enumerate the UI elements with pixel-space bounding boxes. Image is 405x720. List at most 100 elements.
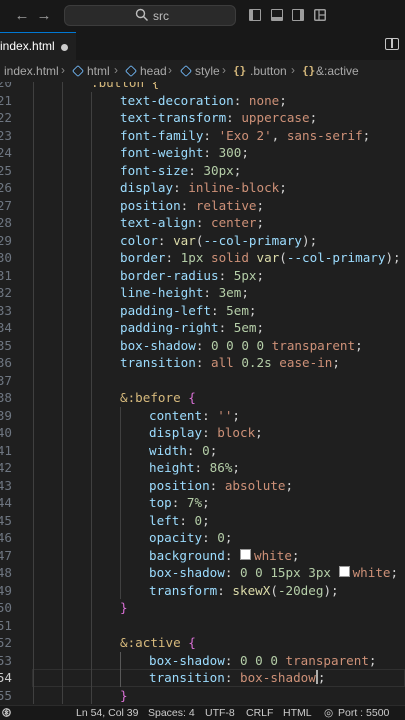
tab-index-html[interactable]: index.html [0, 32, 76, 60]
code-token: : [179, 512, 195, 528]
breadcrumb-file[interactable]: index.html [4, 64, 59, 78]
code-token: 5px [233, 267, 257, 283]
code-line[interactable]: 52 &:active { [0, 634, 405, 652]
code-line[interactable]: 50} [0, 599, 405, 617]
code-token: 0 [217, 530, 225, 545]
code-line[interactable]: 21 text-decoration: none; [0, 92, 405, 110]
code-line[interactable]: 42 height: 86%; [0, 459, 405, 477]
language-mode[interactable]: HTML [283, 707, 312, 719]
code-line[interactable]: 29 color: var(--col-primary); [0, 232, 405, 250]
code-line[interactable]: 43 position: absolute; [0, 477, 405, 495]
code-token: : [195, 215, 211, 230]
code-token: var [256, 250, 280, 265]
code-text: } [120, 599, 128, 617]
indent-guide [120, 651, 121, 687]
code-token: solid [211, 250, 249, 265]
code-line[interactable]: 48 box-shadow: 0 0 15px 3px white; [0, 564, 405, 582]
breadcrumb-head[interactable]: head [140, 64, 167, 78]
warning-count[interactable]: 0 [5, 707, 11, 719]
code-token: ; [256, 215, 265, 230]
indent-guide [91, 91, 92, 704]
code-line[interactable]: 39 content: ''; [0, 407, 405, 425]
code-token: ; [390, 565, 399, 580]
line-number: 54 [0, 670, 12, 685]
code-line[interactable]: 55} [0, 687, 405, 705]
unsaved-dot-icon[interactable] [61, 44, 68, 51]
breadcrumb-active[interactable]: &:active [316, 64, 359, 78]
code-text: border-radius: 5px; [120, 267, 264, 285]
live-server-port[interactable]: Port : 5500 [338, 707, 389, 719]
arrow-left-icon[interactable]: ← [12, 6, 32, 26]
code-token: font-weight [120, 145, 204, 160]
code-token: 300 [218, 145, 242, 160]
code-line[interactable]: 46 opacity: 0; [0, 529, 405, 547]
command-center-search[interactable]: src [64, 5, 236, 26]
toggle-secondary-sidebar-icon[interactable] [292, 9, 304, 21]
line-number: 23 [0, 127, 12, 143]
code-token: ; [232, 460, 241, 475]
code-token: all [211, 355, 234, 370]
indent-guide [120, 406, 121, 599]
code-text: transition: box-shadow; [149, 669, 325, 687]
code-text: font-weight: 300; [120, 144, 249, 162]
code-line[interactable]: 20 .button { [0, 82, 405, 92]
code-token: : [157, 232, 174, 248]
code-line[interactable]: 45 left: 0; [0, 512, 405, 530]
breadcrumb-button[interactable]: .button [250, 64, 287, 78]
code-line[interactable]: 34 padding-right: 5em; [0, 319, 405, 337]
search-icon [135, 8, 148, 21]
code-line[interactable]: 44 top: 7%; [0, 494, 405, 512]
code-line[interactable]: 32 line-height: 3em; [0, 284, 405, 302]
code-token: : [218, 267, 234, 283]
code-line[interactable]: 33 padding-left: 5em; [0, 302, 405, 320]
line-ending[interactable]: CRLF [246, 707, 273, 719]
code-line[interactable]: 26 display: inline-block; [0, 179, 405, 197]
toggle-panel-icon[interactable] [271, 9, 283, 21]
code-line[interactable]: 41 width: 0; [0, 442, 405, 460]
code-line[interactable]: 28 text-align: center; [0, 214, 405, 232]
code-line[interactable]: 30 border: 1px solid var(--col-primary); [0, 249, 405, 267]
code-line[interactable]: 40 display: block; [0, 424, 405, 442]
code-line[interactable]: 51 [0, 617, 405, 635]
code-line[interactable]: 49 transform: skewX(-20deg); [0, 582, 405, 600]
code-line[interactable]: 27 position: relative; [0, 197, 405, 215]
code-token: width [149, 442, 187, 458]
code-line[interactable]: 36 transition: all 0.2s ease-in; [0, 354, 405, 372]
code-editor[interactable]: 20 .button {21 text-decoration: none; 22 tex… [0, 82, 405, 705]
breadcrumb-style[interactable]: style [195, 64, 220, 78]
toggle-sidebar-icon[interactable] [249, 9, 261, 21]
code-line[interactable]: 38 &:before { [0, 389, 405, 407]
code-token: transition [149, 670, 225, 685]
breadcrumb-html[interactable]: html [87, 64, 110, 78]
code-line[interactable]: 54 transition: box-shadow; [0, 669, 405, 687]
split-editor-icon[interactable] [385, 38, 399, 50]
cursor-position[interactable]: Ln 54, Col 39 [76, 707, 138, 719]
code-line[interactable]: 25 font-size: 30px; [0, 162, 405, 180]
code-token: : [173, 180, 189, 195]
search-text: src [153, 9, 169, 23]
line-number: 51 [0, 617, 12, 633]
code-line[interactable]: 35 box-shadow: 0 0 0 0 transparent; [0, 337, 405, 355]
code-token: skewX [232, 582, 271, 598]
code-line[interactable]: 31 border-radius: 5px; [0, 267, 405, 285]
code-line[interactable]: 53 box-shadow: 0 0 0 transparent; [0, 652, 405, 670]
code-line[interactable]: 37 [0, 372, 405, 390]
code-token: ; [362, 127, 371, 143]
code-token: ); [323, 582, 339, 598]
color-swatch[interactable] [240, 548, 251, 560]
code-token: ; [256, 320, 265, 335]
arrow-right-icon[interactable]: → [34, 6, 54, 26]
code-line[interactable]: 24 font-weight: 300; [0, 144, 405, 162]
code-line[interactable]: 47 background: white; [0, 547, 405, 565]
code-token: 3em [218, 285, 242, 300]
code-token: : [203, 127, 219, 143]
code-token: position [120, 197, 181, 213]
code-token: padding-left [120, 302, 211, 318]
customize-layout-icon[interactable] [314, 9, 326, 21]
color-swatch[interactable] [338, 566, 350, 577]
code-token: } [120, 687, 128, 703]
code-line[interactable]: 23 font-family: 'Exo 2', sans-serif; [0, 127, 405, 145]
code-line[interactable]: 22 text-transform: uppercase; [0, 109, 405, 127]
indentation[interactable]: Spaces: 4 [148, 707, 195, 719]
encoding[interactable]: UTF-8 [205, 707, 235, 719]
